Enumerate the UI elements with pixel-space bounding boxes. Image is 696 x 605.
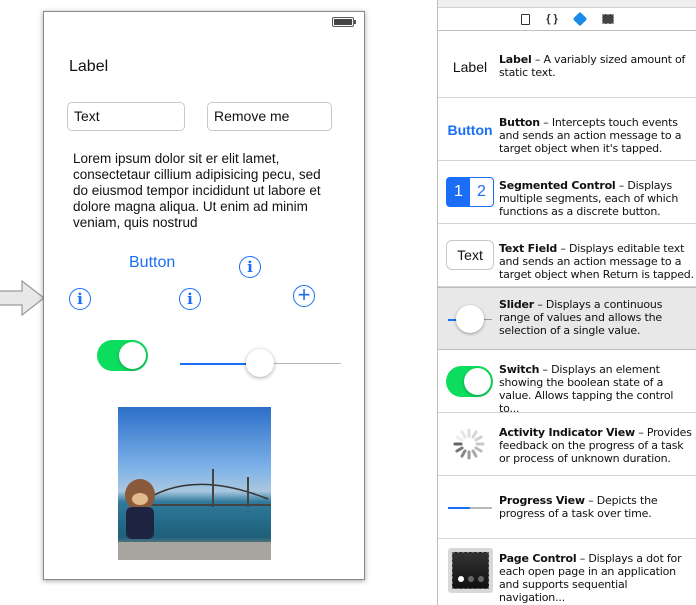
remove-me-text-field[interactable]: Remove me <box>207 102 332 131</box>
library-item-activity-indicator[interactable]: Activity Indicator View – Provides feedb… <box>438 413 696 476</box>
object-library-panel: { } Label Label – A variably sized amoun… <box>437 0 696 605</box>
button[interactable]: Button <box>129 254 175 272</box>
object-cube-icon[interactable] <box>572 11 588 27</box>
library-item-slider[interactable]: Slider – Displays a continuous range of … <box>438 287 696 350</box>
item-title: Slider <box>499 298 535 311</box>
slider-thumb[interactable] <box>246 349 274 377</box>
library-item-switch[interactable]: Switch – Displays an element showing the… <box>438 350 696 415</box>
code-snippet-braces-icon[interactable]: { } <box>546 13 558 25</box>
item-title: Page Control <box>499 552 577 565</box>
item-title: Button <box>499 116 540 129</box>
file-template-icon[interactable] <box>521 13 531 25</box>
library-item-button[interactable]: Button Button – Intercepts touch events … <box>438 98 696 161</box>
media-film-icon[interactable] <box>601 14 614 24</box>
activity-spinner-icon <box>453 428 485 460</box>
slider-preview-thumb <box>456 305 484 333</box>
library-item-segmented-control[interactable]: 1 2 Segmented Control – Displays multipl… <box>438 161 696 224</box>
item-title: Segmented Control <box>499 179 616 192</box>
label[interactable]: Label <box>69 58 108 76</box>
progress-preview-track <box>470 507 492 509</box>
label-preview: Label <box>452 59 488 75</box>
library-item-text-field[interactable]: Text Text Field – Displays editable text… <box>438 224 696 287</box>
switch[interactable] <box>97 340 148 371</box>
library-item-progress-view[interactable]: Progress View – Depicts the progress of … <box>438 476 696 539</box>
image-view[interactable] <box>118 407 271 560</box>
top-toolbar-strip <box>438 0 696 8</box>
item-title: Text Field <box>499 242 558 255</box>
page-control-preview <box>448 548 493 593</box>
info-button-icon[interactable]: i <box>239 256 261 278</box>
progress-preview-fill <box>448 507 470 509</box>
item-title: Progress View <box>499 494 585 507</box>
button-preview: Button <box>447 122 493 138</box>
switch-preview <box>446 366 493 397</box>
text-field-preview: Text <box>446 240 494 270</box>
battery-icon <box>332 17 356 27</box>
view-controller-canvas[interactable]: Label Text Remove me Lorem ipsum dolor s… <box>43 11 365 580</box>
entry-point-arrow-icon <box>0 279 45 317</box>
text-field[interactable]: Text <box>67 102 185 131</box>
text-view[interactable]: Lorem ipsum dolor sit er elit lamet, con… <box>73 151 338 231</box>
add-contact-button-icon[interactable]: + <box>293 284 315 307</box>
item-title: Activity Indicator View <box>499 426 635 439</box>
segmented-control-preview: 1 2 <box>446 177 494 207</box>
item-title: Switch <box>499 363 540 376</box>
info-button-icon[interactable]: i <box>179 288 201 310</box>
segment-2: 2 <box>477 183 486 200</box>
item-title: Label <box>499 53 532 66</box>
segment-1: 1 <box>447 178 470 206</box>
library-item-page-control[interactable]: Page Control – Displays a dot for each o… <box>438 539 696 604</box>
library-item-label[interactable]: Label Label – A variably sized amount of… <box>438 35 696 98</box>
info-button-icon[interactable]: i <box>69 288 91 310</box>
library-tab-bar: { } <box>438 8 696 31</box>
bay-bridge-photo <box>118 469 271 560</box>
